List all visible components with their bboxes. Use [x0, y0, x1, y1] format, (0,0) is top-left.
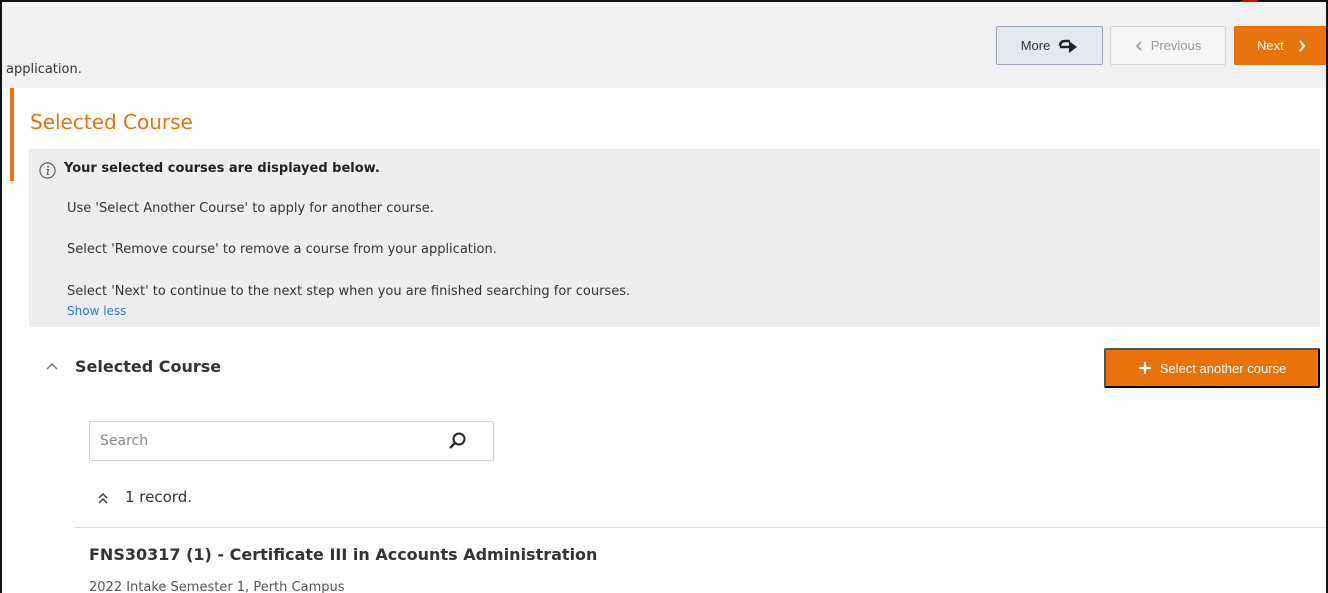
more-button[interactable]: More: [996, 26, 1103, 65]
info-icon: [39, 162, 56, 179]
info-panel: Your selected courses are displayed belo…: [29, 149, 1320, 327]
next-button[interactable]: Next: [1234, 26, 1326, 65]
search-icon[interactable]: [448, 431, 468, 451]
list-divider: [75, 527, 1326, 528]
info-line: Select 'Next' to continue to the next st…: [67, 284, 631, 299]
more-button-label: More: [1020, 38, 1051, 53]
application-text: application.: [6, 62, 82, 77]
chevron-up-icon[interactable]: [45, 361, 59, 371]
chevron-left-icon: [1135, 40, 1142, 51]
double-chevron-up-icon[interactable]: [96, 491, 110, 505]
select-another-course-label: Select another course: [1159, 360, 1287, 376]
show-less-link[interactable]: Show less: [67, 304, 126, 318]
select-another-course-button[interactable]: Select another course: [1104, 348, 1320, 388]
record-count: 1 record.: [125, 488, 192, 506]
arrow-forward-icon: [1059, 39, 1078, 53]
subsection-title: Selected Course: [75, 357, 222, 376]
section-accent-bar: [10, 88, 14, 181]
search-input[interactable]: [100, 430, 450, 452]
info-line: Select 'Remove course' to remove a cours…: [67, 242, 497, 257]
course-title[interactable]: FNS30317 (1) - Certificate III in Accoun…: [89, 545, 597, 564]
plus-icon: [1138, 362, 1151, 374]
search-box: [89, 421, 494, 461]
course-intake-info: 2022 Intake Semester 1, Perth Campus: [89, 580, 345, 593]
next-button-label: Next: [1257, 38, 1284, 53]
info-line: Use 'Select Another Course' to apply for…: [67, 201, 434, 216]
previous-button[interactable]: Previous: [1110, 26, 1226, 65]
previous-button-label: Previous: [1150, 38, 1202, 53]
section-title: Selected Course: [30, 110, 193, 134]
chevron-right-icon: [1298, 39, 1306, 52]
info-heading: Your selected courses are displayed belo…: [64, 161, 380, 176]
